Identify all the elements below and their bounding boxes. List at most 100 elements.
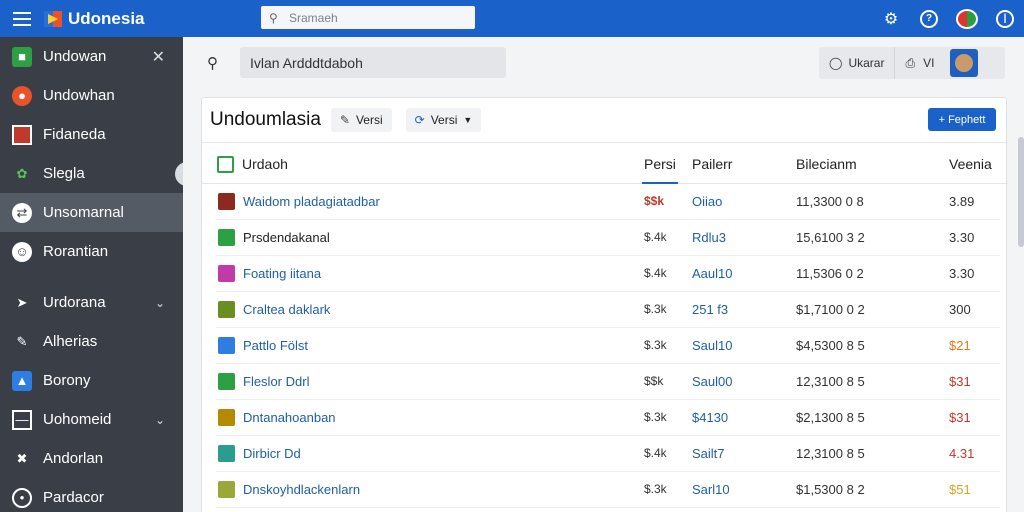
row-balance: 11,3300 0 8 (796, 194, 864, 209)
menu-icon[interactable] (0, 0, 44, 37)
row-price: $$k (644, 194, 665, 208)
row-version: $51 (949, 482, 971, 497)
row-part[interactable]: $4130 (692, 410, 728, 425)
sidebar-item-unsomarnal[interactable]: ⇄ Unsomarnal (0, 193, 183, 232)
row-version: $21 (949, 338, 971, 353)
sidebar-item-label: Unsomarnal (43, 204, 124, 221)
chevron-down-icon[interactable]: ⌄ (155, 413, 165, 427)
col-price[interactable]: Persi (644, 156, 676, 172)
table-row[interactable]: Dntanahoanban $.3k $4130 $2,1300 8 5 $31 (216, 400, 1000, 436)
row-part[interactable]: 251 f3 (692, 302, 728, 317)
row-version: $31 (949, 410, 971, 425)
card-title: Undoumlasia (210, 109, 321, 130)
version-chip[interactable]: ✎ Versi (330, 108, 392, 132)
row-version: 300 (949, 302, 971, 317)
row-part[interactable]: Saul10 (692, 338, 732, 353)
user-short-segment[interactable]: ⎙ VI (895, 47, 944, 79)
sidebar-item-pardacor[interactable]: • Pardacor (0, 478, 183, 512)
sidebar-item-uohomeid[interactable]: — Uohomeid ⌄ (0, 400, 183, 439)
circle-icon: ● (12, 85, 32, 106)
row-part[interactable]: Sarl10 (692, 482, 730, 497)
sidebar-item-label: Uohomeid (43, 411, 112, 428)
user-segment[interactable]: ◯ Ukarar (819, 47, 896, 79)
locale-flag-icon[interactable] (956, 8, 978, 29)
top-search-input[interactable] (289, 10, 459, 25)
sidebar-item-fidaneda[interactable]: Fidaneda (0, 115, 183, 154)
plant-icon: ✿ (16, 165, 28, 181)
row-name[interactable]: Waidom pladagiatadbar (243, 194, 380, 209)
version-dropdown[interactable]: ⟳ Versi ▼ (405, 108, 482, 132)
table-row[interactable]: Fleslor Ddrl $$k Saul00 12,3100 8 5 $31 (216, 364, 1000, 400)
table-row[interactable]: Dirbicr Dd $.4k Sailt7 12,3100 8 5 4.31 (216, 436, 1000, 472)
pin-icon: ➤ (16, 294, 28, 310)
sidebar-item-undowan[interactable]: ■ Undowan ✕ (0, 37, 183, 76)
top-bar: Udonesia ⚲ ⚙ ? | (0, 0, 1024, 37)
row-part[interactable]: Aaul10 (692, 266, 732, 281)
table-row[interactable]: Foating iitana $.4k Aaul10 11,5306 0 2 3.30 (216, 256, 1000, 292)
table-row[interactable]: Dnskoyhdlackenlarn $.3k Sarl10 $1,5300 8 2 $… (216, 472, 1000, 508)
box-icon (12, 124, 32, 145)
col-part[interactable]: Pailerr (692, 156, 732, 172)
table-row[interactable]: Waidom pladagiatadbar $$k Oiiao 11,3300 0 8… (216, 184, 1000, 220)
sidebar-item-slegla[interactable]: ✿ Slegla (0, 154, 187, 193)
row-price: $.4k (644, 446, 667, 460)
row-name[interactable]: Foating iitana (243, 266, 321, 281)
close-icon[interactable]: ✕ (152, 47, 165, 67)
search-icon[interactable]: ⚲ (207, 54, 218, 72)
col-balance[interactable]: Bilecianm (796, 156, 857, 172)
sidebar-item-label: Pardacor (43, 489, 104, 506)
col-version[interactable]: Veenia (949, 156, 992, 172)
row-name[interactable]: Dnskoyhdlackenlarn (243, 482, 360, 497)
row-part[interactable]: Sailt7 (692, 446, 725, 461)
main-search-input[interactable]: Ivlan Ardddtdaboh (240, 47, 506, 78)
table-row[interactable]: Craltea daklark $.3k 251 f3 $1,7100 0 2 300 (216, 292, 1000, 328)
row-version: 4.31 (949, 446, 975, 461)
add-button[interactable]: + Fephett (928, 108, 996, 131)
row-balance: 12,3100 8 5 (796, 374, 865, 389)
item-icon (218, 301, 235, 318)
search-icon: ⚲ (269, 10, 278, 25)
sidebar: ■ Undowan ✕ ● Undowhan Fidaneda ✿ Slegla… (0, 37, 187, 512)
user-label: Ukarar (848, 56, 885, 70)
sidebar-item-alherias[interactable]: ✎ Alherias (0, 322, 183, 361)
row-name[interactable]: Prsdendakanal (243, 230, 330, 245)
settings-icon: • (12, 487, 32, 508)
row-part[interactable]: Oiiao (692, 194, 722, 209)
sidebar-item-andorlan[interactable]: ✖ Andorlan (0, 439, 183, 478)
col-name[interactable]: Urdaoh (242, 156, 288, 172)
user-menu[interactable]: ◯ Ukarar ⎙ VI (819, 47, 1005, 79)
select-all-checkbox[interactable] (217, 156, 234, 173)
row-name[interactable]: Fleslor Ddrl (243, 374, 309, 389)
main-search-row: ⚲ Ivlan Ardddtdaboh ◯ Ukarar ⎙ VI (183, 37, 1024, 91)
row-part[interactable]: Rdlu3 (692, 230, 726, 245)
chat-icon: ◯ (829, 56, 843, 70)
avatar[interactable] (950, 49, 979, 77)
scrollbar[interactable] (1018, 137, 1024, 247)
square-icon: ■ (12, 46, 32, 67)
row-name[interactable]: Craltea daklark (243, 302, 330, 317)
user-short: VI (923, 56, 935, 70)
printer-icon: ⎙ (905, 55, 916, 70)
edit-icon: ✎ (16, 333, 28, 349)
sidebar-item-label: Andorlan (43, 450, 104, 467)
sidebar-item-rorantian[interactable]: ☺ Rorantian (0, 232, 183, 271)
row-part[interactable]: Saul00 (692, 374, 732, 389)
sidebar-item-urdorana[interactable]: ➤ Urdorana ⌄ (0, 283, 183, 322)
gear-icon[interactable]: ⚙ (872, 0, 910, 37)
sidebar-item-borony[interactable]: ▲ Borony (0, 361, 183, 400)
top-search-box[interactable]: ⚲ (261, 6, 475, 29)
power-icon[interactable]: | (986, 0, 1024, 37)
sidebar-item-undowhan[interactable]: ● Undowhan (0, 76, 183, 115)
item-icon (218, 193, 235, 210)
row-balance: $1,7100 0 2 (796, 302, 865, 317)
row-name[interactable]: Pattlo Fölst (243, 338, 308, 353)
sidebar-item-label: Alherias (43, 333, 98, 350)
row-name[interactable]: Dntanahoanban (243, 410, 336, 425)
table-row[interactable]: Pattlo Fölst $.3k Saul10 $4,5300 8 5 $21 (216, 328, 1000, 364)
table-row[interactable]: Prsdendakanal $.4k Rdlu3 15,6100 3 2 3.30 (216, 220, 1000, 256)
row-balance: 11,5306 0 2 (796, 266, 864, 281)
row-name[interactable]: Dirbicr Dd (243, 446, 301, 461)
row-price: $.3k (644, 338, 667, 352)
help-icon[interactable]: ? (910, 0, 948, 37)
chevron-down-icon[interactable]: ⌄ (155, 296, 165, 310)
